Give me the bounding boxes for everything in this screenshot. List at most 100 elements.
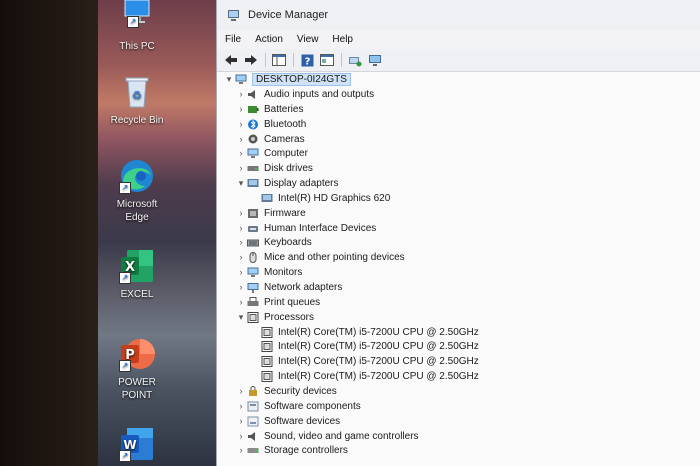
- back-arrow-icon[interactable]: [223, 53, 239, 67]
- collapse-chevron-icon[interactable]: ▾: [223, 74, 235, 85]
- tree-category-bluetooth[interactable]: › Bluetooth: [235, 117, 307, 131]
- monitor-icon: [247, 148, 259, 159]
- tree-category-label: Print queues: [264, 296, 321, 308]
- tree-device-row[interactable]: Intel(R) Core(TM) i5-7200U CPU @ 2.50GHz: [261, 325, 479, 339]
- excel-icon: X ↗: [119, 248, 155, 284]
- window-title: Device Manager: [248, 9, 329, 21]
- tree-category-keyboards[interactable]: › Keyboards: [235, 235, 312, 249]
- processor-icon: [247, 311, 259, 323]
- tree-category-human-interface-devices[interactable]: › Human Interface Devices: [235, 221, 377, 235]
- menu-action[interactable]: Action: [255, 34, 283, 45]
- forward-arrow-icon[interactable]: [243, 53, 259, 67]
- disk-drive-icon: [247, 163, 259, 174]
- tree-category-network-adapters[interactable]: › Network adapters: [235, 280, 342, 294]
- desktop-icon-this-pc[interactable]: ↗ This PC: [108, 0, 166, 53]
- expand-chevron-icon[interactable]: ›: [235, 148, 247, 158]
- tree-category-mice-and-other-pointing-devices[interactable]: › Mice and other pointing devices: [235, 250, 405, 264]
- properties-icon[interactable]: [319, 53, 335, 67]
- collapse-chevron-icon[interactable]: ▾: [235, 178, 247, 189]
- menu-view[interactable]: View: [297, 34, 319, 45]
- display-adapter-icon: [247, 178, 259, 189]
- tree-category-label: Batteries: [264, 103, 304, 115]
- expand-chevron-icon[interactable]: ›: [235, 401, 247, 411]
- tree-device-label: Intel(R) Core(TM) i5-7200U CPU @ 2.50GHz: [278, 326, 479, 338]
- expand-chevron-icon[interactable]: ›: [235, 297, 247, 307]
- tree-category-processors[interactable]: ▾ Processors: [235, 310, 314, 324]
- expand-chevron-icon[interactable]: ›: [235, 89, 247, 99]
- mouse-icon: [247, 251, 259, 263]
- update-driver-monitor-icon[interactable]: [367, 53, 383, 67]
- tree-category-label: Mice and other pointing devices: [264, 251, 405, 263]
- expand-chevron-icon[interactable]: ›: [235, 208, 247, 218]
- tree-category-disk-drives[interactable]: › Disk drives: [235, 161, 313, 175]
- expand-chevron-icon[interactable]: ›: [235, 282, 247, 292]
- tree-category-sound-video-and-game-controllers[interactable]: › Sound, video and game controllers: [235, 429, 419, 443]
- tree-category-security-devices[interactable]: › Security devices: [235, 384, 337, 398]
- desktop-icon-word[interactable]: W ↗: [108, 426, 166, 466]
- expand-chevron-icon[interactable]: ›: [235, 134, 247, 144]
- monitor-icon: [247, 267, 259, 278]
- display-adapter-icon: [261, 193, 273, 204]
- tree-category-software-devices[interactable]: › Software devices: [235, 414, 341, 428]
- tree-root-row[interactable]: ▾ DESKTOP-0I24GTS: [223, 72, 351, 86]
- firmware-icon: [247, 208, 259, 219]
- desktop-icon-powerpoint[interactable]: P ↗ POWER POINT: [108, 336, 166, 402]
- tree-root-label: DESKTOP-0I24GTS: [252, 72, 351, 86]
- tree-category-computer[interactable]: › Computer: [235, 146, 308, 160]
- expand-chevron-icon[interactable]: ›: [235, 223, 247, 233]
- desktop-icon-label: This PC: [119, 41, 155, 52]
- processor-icon: [261, 340, 273, 352]
- speaker-icon: [247, 89, 259, 100]
- tree-category-monitors[interactable]: › Monitors: [235, 265, 303, 279]
- svg-text:♻: ♻: [132, 89, 142, 102]
- tree-category-display-adapters[interactable]: ▾ Display adapters: [235, 176, 339, 190]
- tree-device-row[interactable]: Intel(R) Core(TM) i5-7200U CPU @ 2.50GHz: [261, 369, 479, 383]
- expand-chevron-icon[interactable]: ›: [235, 252, 247, 262]
- tree-category-software-components[interactable]: › Software components: [235, 399, 361, 413]
- edge-icon: ↗: [119, 158, 155, 194]
- tree-category-firmware[interactable]: › Firmware: [235, 206, 306, 220]
- tree-device-row[interactable]: Intel(R) Core(TM) i5-7200U CPU @ 2.50GHz: [261, 339, 479, 353]
- help-icon[interactable]: ?: [299, 53, 315, 67]
- processor-icon: [261, 355, 273, 367]
- desktop-icon-label: EXCEL: [120, 289, 154, 300]
- expand-chevron-icon[interactable]: ›: [235, 104, 247, 114]
- tree-device-label: Intel(R) HD Graphics 620: [278, 192, 391, 204]
- tree-device-label: Intel(R) Core(TM) i5-7200U CPU @ 2.50GHz: [278, 355, 479, 367]
- tree-category-label: Sound, video and game controllers: [264, 430, 419, 442]
- tree-category-label: Disk drives: [264, 162, 313, 174]
- tree-category-storage-controllers[interactable]: › Storage controllers: [235, 443, 348, 457]
- scan-hardware-changes-icon[interactable]: [347, 53, 363, 67]
- expand-chevron-icon[interactable]: ›: [235, 163, 247, 173]
- desktop-icon-excel[interactable]: X ↗ EXCEL: [108, 248, 166, 301]
- menu-file[interactable]: File: [225, 34, 241, 45]
- title-bar[interactable]: Device Manager: [217, 0, 700, 30]
- show-hide-console-tree-icon[interactable]: [271, 53, 287, 67]
- tree-device-row[interactable]: Intel(R) HD Graphics 620: [261, 191, 390, 205]
- expand-chevron-icon[interactable]: ›: [235, 386, 247, 396]
- expand-chevron-icon[interactable]: ›: [235, 119, 247, 129]
- tree-category-print-queues[interactable]: › Print queues: [235, 295, 320, 309]
- expand-chevron-icon[interactable]: ›: [235, 445, 247, 455]
- tree-device-row[interactable]: Intel(R) Core(TM) i5-7200U CPU @ 2.50GHz: [261, 354, 479, 368]
- expand-chevron-icon[interactable]: ›: [235, 416, 247, 426]
- this-pc-icon: ↗: [119, 0, 155, 36]
- menu-help[interactable]: Help: [332, 34, 353, 45]
- desktop-icon-recycle-bin[interactable]: ♻ Recycle Bin: [108, 74, 166, 127]
- expand-chevron-icon[interactable]: ›: [235, 431, 247, 441]
- processor-icon: [261, 370, 273, 382]
- speaker-icon: [247, 431, 259, 442]
- expand-chevron-icon[interactable]: ›: [235, 267, 247, 277]
- tree-category-audio-inputs-and-outputs[interactable]: › Audio inputs and outputs: [235, 87, 375, 101]
- desktop-icon-microsoft-edge[interactable]: ↗ Microsoft Edge: [108, 158, 166, 224]
- tree-category-cameras[interactable]: › Cameras: [235, 132, 305, 146]
- recycle-bin-icon: ♻: [119, 74, 155, 110]
- processor-icon: [261, 326, 273, 338]
- toolbar-separator: [341, 53, 342, 67]
- expand-chevron-icon[interactable]: ›: [235, 237, 247, 247]
- toolbar-separator: [293, 53, 294, 67]
- tree-category-batteries[interactable]: › Batteries: [235, 102, 304, 116]
- collapse-chevron-icon[interactable]: ▾: [235, 312, 247, 323]
- tree-category-label: Firmware: [264, 207, 306, 219]
- svg-text:?: ?: [304, 56, 310, 67]
